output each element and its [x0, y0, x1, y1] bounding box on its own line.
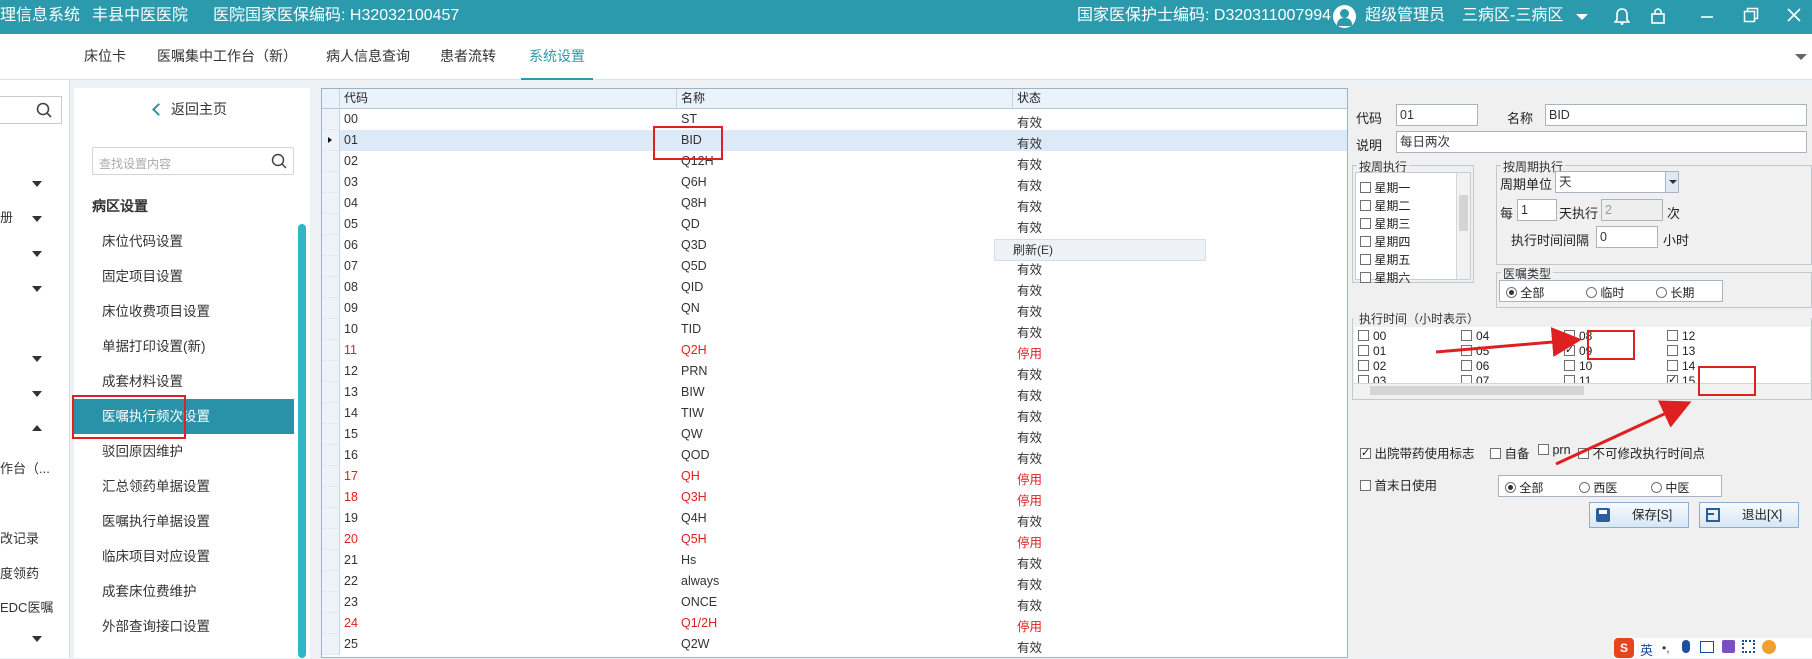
- ime-toolbar: S 英 •,: [1614, 638, 1812, 658]
- arrow-to-09: [1435, 327, 1582, 357]
- ime-punct-icon[interactable]: •,: [1662, 641, 1670, 655]
- keyboard-icon[interactable]: [1700, 641, 1714, 653]
- ime-language[interactable]: 英: [1640, 640, 1653, 659]
- emoji-icon[interactable]: [1762, 640, 1776, 654]
- arrow-to-15: [1555, 400, 1692, 466]
- skin-icon[interactable]: [1722, 640, 1735, 653]
- microphone-icon[interactable]: [1682, 640, 1690, 653]
- ime-logo-icon[interactable]: S: [1614, 638, 1634, 658]
- annotation-arrows: [1435, 327, 1692, 466]
- toolbox-icon[interactable]: [1742, 640, 1755, 653]
